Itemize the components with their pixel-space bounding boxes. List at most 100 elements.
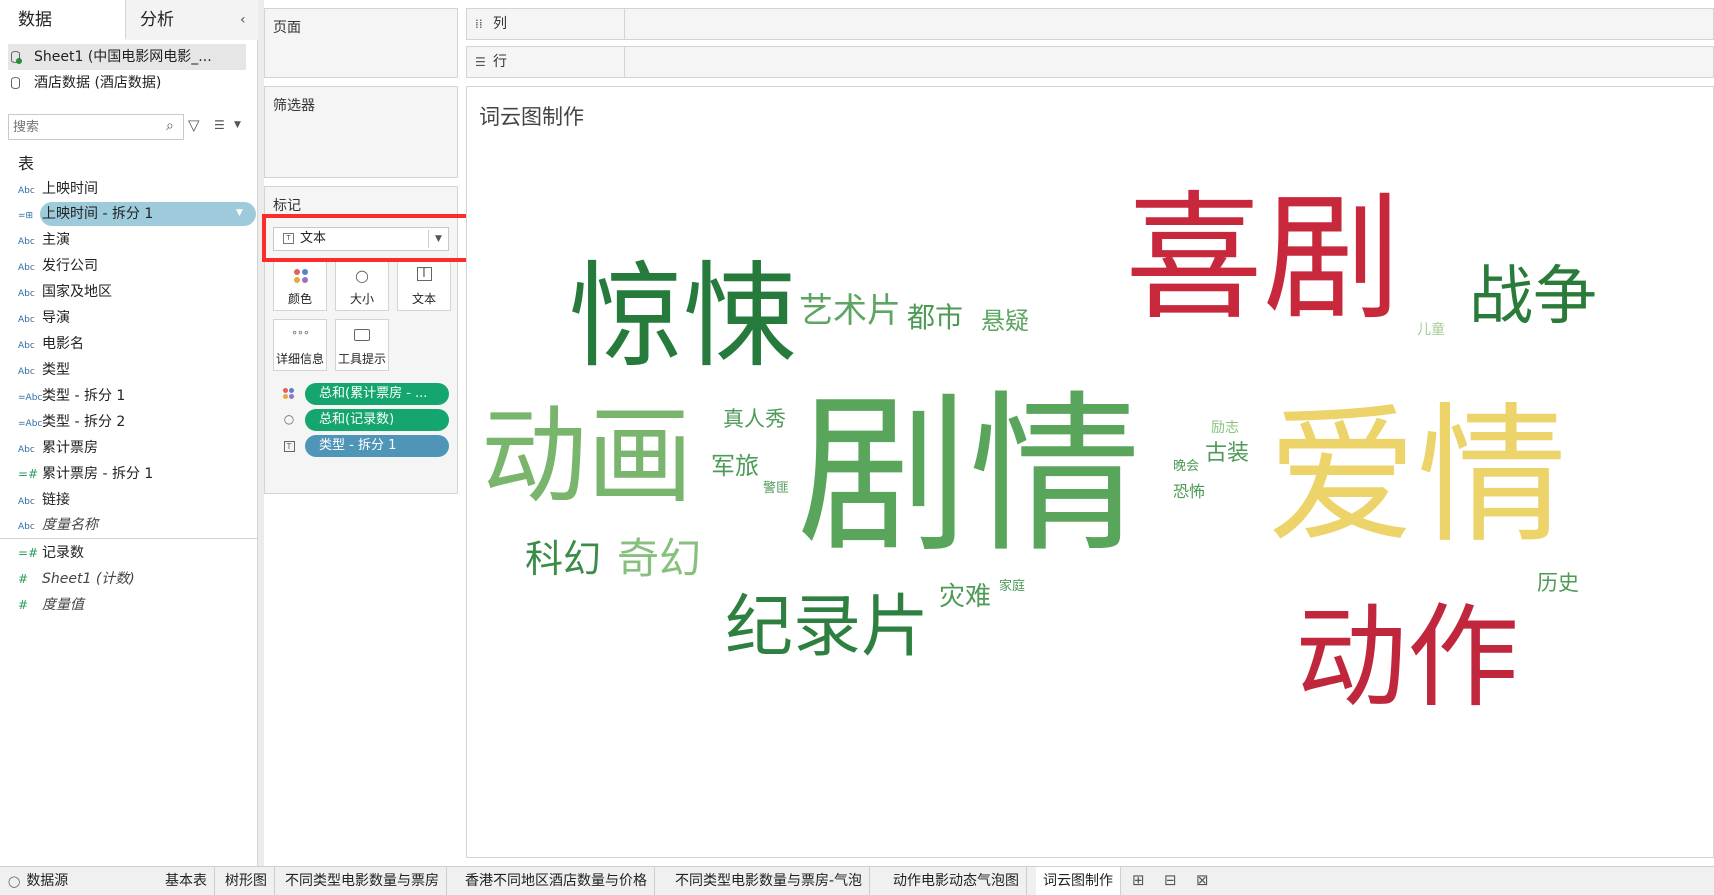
tooltip-bubble-icon [336,326,388,346]
text-button[interactable]: T 文本 [397,259,451,311]
sheet-tab-basic-table[interactable]: 基本表 [158,867,215,895]
datasource-hotel[interactable]: 酒店数据 (酒店数据) [8,70,246,96]
tab-datasource[interactable]: ◯ 数据源 [0,867,75,895]
sheet-tab-treemap[interactable]: 树形图 [218,867,275,895]
word-cloud-word[interactable]: 爱情 [1267,402,1567,552]
field-director[interactable]: Abc 导演 [18,306,70,330]
string-type-icon: Abc [18,522,35,532]
field-label: 主演 [42,232,70,248]
word-cloud-word[interactable]: 艺术片 [799,294,901,328]
columns-shelf[interactable]: ⁞⁞ 列 [466,8,1714,40]
field-search-box[interactable]: ⌕ [8,114,184,140]
field-genre-split-1[interactable]: =Abc类型 - 拆分 1 [18,384,125,408]
sheet-tab-genre-bubble[interactable]: 不同类型电影数量与票房-气泡 [668,867,871,895]
filter-icon[interactable]: ▽ [188,116,200,134]
filters-title: 筛选器 [273,98,315,114]
word-cloud-word[interactable]: 励志 [1211,421,1239,435]
word-cloud-word[interactable]: 古装 [1205,443,1249,465]
word-cloud-word[interactable]: 悬疑 [981,309,1029,333]
field-starring[interactable]: Abc 主演 [18,228,70,252]
word-cloud-word[interactable]: 家庭 [999,580,1025,593]
size-circles-icon: ○ [283,412,295,426]
datasource-tab-label: 数据源 [26,873,69,889]
string-type-icon: Abc [18,341,35,351]
field-release-time[interactable]: Abc 上映时间 [18,177,98,201]
chevron-left-icon[interactable]: ‹ [240,12,246,28]
field-label: 链接 [42,492,70,508]
size-button[interactable]: ○ 大小 [335,259,389,311]
search-icon[interactable]: ⌕ [166,118,174,134]
word-cloud-word[interactable]: 军旅 [711,454,759,478]
word-cloud-word[interactable]: 恐怖 [1173,484,1205,500]
word-cloud-word[interactable]: 纪录片 [725,594,929,662]
measure-record-count[interactable]: =# 记录数 [18,541,84,565]
string-type-icon: Abc [18,186,35,196]
word-cloud-word[interactable]: 剧情 [797,390,1141,562]
field-release-time-split-1[interactable]: =⊞ 上映时间 - 拆分 1 [18,202,153,226]
text-pill[interactable]: 类型 - 拆分 1 [305,435,449,457]
word-cloud-word[interactable]: 儿童 [1417,323,1445,337]
word-cloud-word[interactable]: 喜剧 [1125,190,1401,328]
text-box-icon: T [281,438,297,454]
field-genre-split-2[interactable]: =Abc类型 - 拆分 2 [18,410,125,434]
sheet-tab-word-cloud[interactable]: 词云图制作 [1036,867,1121,895]
chevron-down-icon[interactable]: ▼ [234,120,241,130]
word-cloud-word[interactable]: 战争 [1469,265,1597,329]
detail-button[interactable]: ∘∘∘ 详细信息 [273,319,327,371]
size-pill[interactable]: 总和(记录数) [305,409,449,431]
tooltip-button[interactable]: 工具提示 [335,319,389,371]
word-cloud-word[interactable]: 惊悚 [569,260,797,374]
database-icon: ◯ [8,875,21,888]
new-dashboard-icon[interactable]: ⊟ [1164,871,1177,889]
field-box-office[interactable]: Abc 累计票房 [18,436,98,460]
color-button[interactable]: 颜色 [273,259,327,311]
field-measure-names[interactable]: Abc 度量名称 [18,513,98,537]
calc-number-type-icon: =# [18,467,39,481]
datasource-sheet1[interactable]: Sheet1 (中国电影网电影_... [8,44,246,70]
word-cloud-word[interactable]: 真人秀 [723,409,786,430]
filters-card[interactable]: 筛选器 [264,86,458,178]
string-type-icon: Abc [18,237,35,247]
field-country-region[interactable]: Abc 国家及地区 [18,280,112,304]
field-distributor[interactable]: Abc 发行公司 [18,254,98,278]
search-input[interactable] [13,118,158,137]
field-box-office-split-1[interactable]: =# 累计票房 - 拆分 1 [18,462,153,486]
field-label: 度量值 [42,597,84,613]
word-cloud-word[interactable]: 动作 [1295,602,1519,714]
word-cloud-word[interactable]: 历史 [1537,573,1579,594]
field-label: 类型 - 拆分 2 [42,414,126,430]
datasource-label: Sheet1 (中国电影网电影_... [34,49,212,65]
word-cloud-word[interactable]: 警匪 [763,482,789,495]
field-label: 电影名 [42,336,84,352]
word-cloud: 剧情 爱情 喜剧惊悚动画动作 纪录片 战争 艺术片 都市 悬疑科幻 奇幻 真人秀军旅 警匪灾难 家庭 古… [467,87,1714,859]
measure-sheet1-count[interactable]: # Sheet1 (计数) [18,567,135,591]
measure-values[interactable]: # 度量值 [18,593,84,617]
word-cloud-word[interactable]: 奇幻 [617,538,701,580]
number-type-icon: # [18,572,29,586]
tab-data[interactable]: 数据 [0,0,126,40]
field-genre[interactable]: Abc 类型 [18,358,70,382]
view-title: 词云图制作 [479,105,584,129]
sheet-tab-genre-count-box-office[interactable]: 不同类型电影数量与票房 [278,867,447,895]
calc-string-type-icon: =Abc [18,419,43,429]
tab-analysis[interactable]: 分析 [126,0,258,40]
word-cloud-word[interactable]: 动画 [481,404,693,510]
rows-shelf[interactable]: ☰ 行 [466,46,1714,78]
field-movie-name[interactable]: Abc 电影名 [18,332,84,356]
pages-card[interactable]: 页面 [264,8,458,78]
size-label: 大小 [349,292,374,306]
new-worksheet-icon[interactable]: ⊞ [1132,871,1145,889]
new-story-icon[interactable]: ⊠ [1196,871,1209,889]
list-view-icon[interactable]: ☰ [214,118,225,132]
detail-label: 详细信息 [275,352,324,366]
worksheet-view[interactable]: 剧情 爱情 喜剧惊悚动画动作 纪录片 战争 艺术片 都市 悬疑科幻 奇幻 真人秀军旅 警匪灾难 家庭 古… [466,86,1714,858]
sheet-tab-hk-hotels[interactable]: 香港不同地区酒店数量与价格 [458,867,655,895]
color-pill[interactable]: 总和(累计票房 - ... [305,383,449,405]
word-cloud-word[interactable]: 灾难 [939,584,991,610]
chevron-down-icon[interactable]: ▼ [236,208,243,218]
field-link[interactable]: Abc 链接 [18,488,70,512]
sheet-tab-action-bubble[interactable]: 动作电影动态气泡图 [886,867,1027,895]
word-cloud-word[interactable]: 科幻 [525,540,601,578]
word-cloud-word[interactable]: 晚会 [1173,460,1199,473]
word-cloud-word[interactable]: 都市 [907,304,963,332]
